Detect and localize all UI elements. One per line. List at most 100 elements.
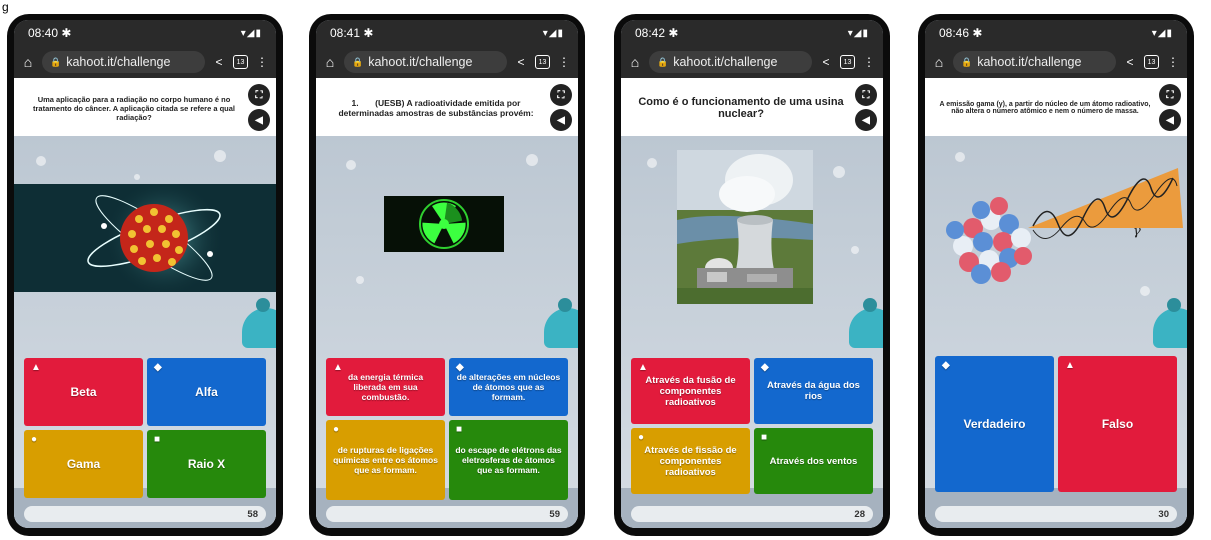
answer-green[interactable]: ■ Através dos ventos [754, 428, 873, 494]
address-bar[interactable]: 🔒 kahoot.it/challenge [344, 51, 507, 73]
home-icon[interactable]: ⌂ [627, 54, 643, 70]
home-icon[interactable]: ⌂ [20, 54, 36, 70]
diamond-icon: ◆ [456, 362, 464, 373]
home-icon[interactable]: ⌂ [322, 54, 338, 70]
progress-counter: 30 [1158, 508, 1169, 520]
tabs-button[interactable]: 13 [535, 55, 550, 69]
lock-icon: 🔒 [352, 56, 364, 67]
tabs-button[interactable]: 13 [1144, 55, 1159, 69]
answer-red[interactable]: ▲ Beta [24, 358, 143, 426]
share-icon[interactable]: < [211, 55, 227, 69]
diamond-icon: ◆ [761, 362, 769, 373]
gamma-label: γ [1133, 224, 1141, 239]
address-bar[interactable]: 🔒 kahoot.it/challenge [953, 51, 1116, 73]
progress-bar: 28 [631, 506, 873, 522]
sound-icon[interactable]: ◀ [248, 109, 270, 131]
square-icon: ■ [456, 424, 463, 435]
game-stage: ▲ Através da fusão de componentes radioat… [621, 136, 883, 528]
decorative-hat [849, 298, 883, 348]
answer-red[interactable]: ▲ Falso [1058, 356, 1177, 492]
question-image [384, 196, 504, 252]
lock-icon: 🔒 [50, 56, 62, 67]
menu-icon[interactable]: ⋮ [556, 55, 572, 69]
status-bar: 08:42 ✱ ▾◢▮ [621, 20, 883, 46]
status-bar: 08:46 ✱ ▾◢▮ [925, 20, 1187, 46]
url-text: kahoot.it/challenge [673, 55, 778, 69]
question-header: Como é o funcionamento de uma usina nucl… [621, 78, 883, 136]
status-time: 08:40 [28, 26, 59, 40]
status-time: 08:41 [330, 26, 361, 40]
lock-icon: 🔒 [961, 56, 973, 67]
share-icon[interactable]: < [1122, 55, 1138, 69]
fullscreen-icon[interactable]: ⛶ [855, 84, 877, 106]
answer-label: Alfa [195, 385, 218, 399]
fullscreen-icon[interactable]: ⛶ [1159, 84, 1181, 106]
question-header: 1. (UESB) A radioatividade emitida por d… [316, 78, 578, 136]
answer-label: de alterações em núcleos de átomos que a… [456, 372, 561, 402]
answer-label: Beta [70, 385, 97, 399]
home-icon[interactable]: ⌂ [931, 54, 947, 70]
tabs-button[interactable]: 13 [840, 55, 855, 69]
menu-icon[interactable]: ⋮ [1165, 55, 1181, 69]
answer-label: Através da fusão de componentes radioati… [645, 374, 736, 408]
answer-red[interactable]: ▲ da energia térmica liberada em sua comb… [326, 358, 445, 416]
sound-icon[interactable]: ◀ [855, 109, 877, 131]
browser-toolbar: ⌂ 🔒 kahoot.it/challenge < 13 ⋮ [14, 46, 276, 78]
game-stage: γ ◆ Verdadeiro ▲ Falso 30 [925, 136, 1187, 528]
fullscreen-icon[interactable]: ⛶ [248, 84, 270, 106]
triangle-icon: ▲ [31, 362, 41, 373]
answer-label: da energia térmica liberada em sua combu… [347, 372, 424, 402]
url-text: kahoot.it/challenge [368, 55, 473, 69]
triangle-icon: ▲ [638, 362, 648, 373]
status-bar: 08:41 ✱ ▾◢▮ [316, 20, 578, 46]
fullscreen-icon[interactable]: ⛶ [550, 84, 572, 106]
menu-icon[interactable]: ⋮ [861, 55, 877, 69]
progress-counter: 28 [854, 508, 865, 520]
answer-yellow[interactable]: ● Gama [24, 430, 143, 498]
phone-screenshot-3: 08:42 ✱ ▾◢▮ ⌂ 🔒 kahoot.it/challenge < 13 … [614, 14, 890, 536]
progress-bar: 59 [326, 506, 568, 522]
sound-icon[interactable]: ◀ [550, 109, 572, 131]
notification-icon: ✱ [668, 26, 679, 40]
browser-toolbar: ⌂ 🔒 kahoot.it/challenge < 13 ⋮ [925, 46, 1187, 78]
lock-icon: 🔒 [657, 56, 669, 67]
phone-screenshot-1: 08:40 ✱ ▾◢▮ ⌂ 🔒 kahoot.it/challenge < 13 … [7, 14, 283, 536]
answer-yellow[interactable]: ● de rupturas de ligações químicas entre … [326, 420, 445, 500]
phone-screenshot-2: 08:41 ✱ ▾◢▮ ⌂ 🔒 kahoot.it/challenge < 13 … [309, 14, 585, 536]
square-icon: ■ [761, 432, 768, 443]
decorative-hat [1153, 298, 1187, 348]
share-icon[interactable]: < [818, 55, 834, 69]
answer-label: Raio X [187, 457, 226, 471]
question-image [677, 150, 813, 304]
signal-battery-icons: ▾◢▮ [1151, 27, 1173, 39]
sound-icon[interactable]: ◀ [1159, 109, 1181, 131]
browser-toolbar: ⌂ 🔒 kahoot.it/challenge < 13 ⋮ [621, 46, 883, 78]
answer-yellow[interactable]: ● Através de fissão de componentes radioa… [631, 428, 750, 494]
answer-blue[interactable]: ◆ Através da água dos rios [754, 358, 873, 424]
share-icon[interactable]: < [513, 55, 529, 69]
progress-bar: 58 [24, 506, 266, 522]
signal-battery-icons: ▾◢▮ [240, 27, 262, 39]
address-bar[interactable]: 🔒 kahoot.it/challenge [42, 51, 205, 73]
answer-red[interactable]: ▲ Através da fusão de componentes radioat… [631, 358, 750, 424]
answer-green[interactable]: ■ do escape de elétrons das eletrosferas … [449, 420, 568, 500]
decorative-hat [242, 298, 276, 348]
answer-blue[interactable]: ◆ Verdadeiro [935, 356, 1054, 492]
diamond-icon: ◆ [154, 362, 162, 373]
answer-green[interactable]: ■ Raio X [147, 430, 266, 498]
answer-label: do escape de elétrons das eletrosferas d… [455, 445, 562, 475]
answer-label: de rupturas de ligações químicas entre o… [333, 445, 438, 475]
address-bar[interactable]: 🔒 kahoot.it/challenge [649, 51, 812, 73]
question-text: A emissão gama (γ), a partir do núcleo d… [939, 101, 1151, 115]
notification-icon: ✱ [61, 26, 72, 40]
answer-label: Falso [1101, 417, 1134, 431]
status-time: 08:46 [939, 26, 970, 40]
url-text: kahoot.it/challenge [66, 55, 171, 69]
answer-label: Através da água dos rios [767, 380, 860, 402]
answer-blue[interactable]: ◆ de alterações em núcleos de átomos que … [449, 358, 568, 416]
answer-blue[interactable]: ◆ Alfa [147, 358, 266, 426]
diamond-icon: ◆ [942, 360, 950, 371]
square-icon: ■ [154, 434, 161, 445]
menu-icon[interactable]: ⋮ [254, 55, 270, 69]
tabs-button[interactable]: 13 [233, 55, 248, 69]
